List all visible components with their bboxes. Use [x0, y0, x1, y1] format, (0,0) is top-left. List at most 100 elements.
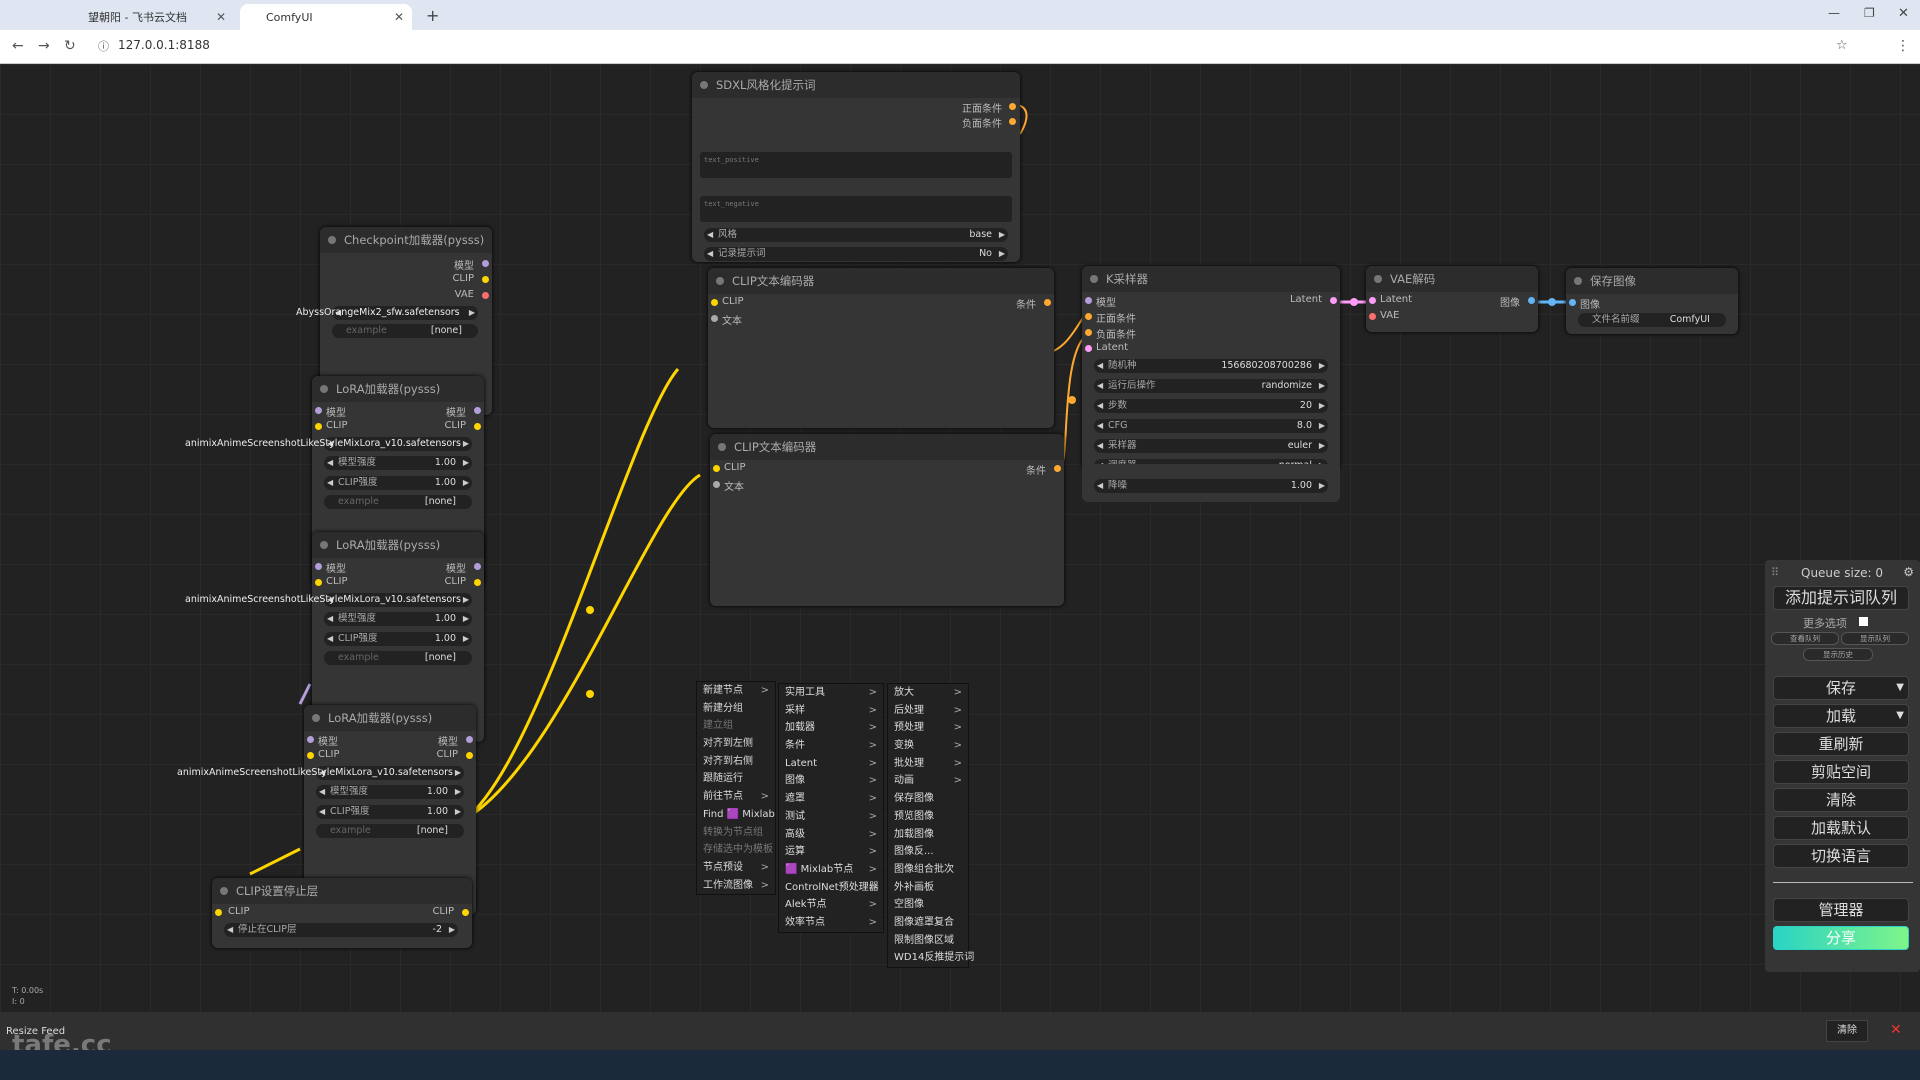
menu-item[interactable]: 加载器	[779, 719, 883, 737]
input-slot[interactable]	[315, 563, 322, 570]
positive-textarea[interactable]: text_positive	[700, 152, 1012, 178]
control-after-generate-widget[interactable]: 运行后操作 randomize	[1094, 379, 1328, 393]
filename-prefix-widget[interactable]: 文件名前缀 ComfyUI	[1578, 313, 1726, 327]
example-widget[interactable]: example [none]	[332, 324, 478, 338]
menu-item[interactable]: 预处理	[888, 719, 968, 737]
log-prompt-combo[interactable]: 记录提示词 No	[704, 247, 1008, 261]
refresh-button[interactable]: 重刷新	[1773, 732, 1909, 756]
node-canvas[interactable]: SDXL风格化提示词 正面条件 负面条件 text_positive text_…	[0, 64, 1920, 1014]
menu-item[interactable]: 变换	[888, 737, 968, 755]
node-title[interactable]: Checkpoint加载器(pysss)	[320, 227, 492, 253]
tab-feishu[interactable]: 望朝阳 - 飞书云文档 ✕	[62, 4, 234, 30]
input-slot[interactable]	[1085, 329, 1092, 336]
input-slot[interactable]	[713, 465, 720, 472]
input-slot[interactable]	[215, 909, 222, 916]
sampler-widget[interactable]: 采样器 euler	[1094, 439, 1328, 453]
menu-item[interactable]: 测试	[779, 808, 883, 826]
menu-item[interactable]: 前往节点	[697, 788, 775, 806]
stop-at-layer[interactable]: 停止在CLIP层 -2	[224, 923, 458, 937]
menu-item[interactable]: 运算	[779, 843, 883, 861]
node-save-image[interactable]: 保存图像 图像 文件名前缀 ComfyUI	[1566, 268, 1738, 334]
menu-item[interactable]: 外补画板	[888, 879, 968, 897]
node-clip-text-encode-1[interactable]: CLIP文本编码器 CLIP 文本 条件	[708, 268, 1054, 428]
node-vae-decode[interactable]: VAE解码 Latent VAE 图像	[1366, 266, 1538, 332]
close-icon[interactable]: ✕	[394, 10, 404, 24]
info-icon[interactable]: ⓘ	[98, 38, 109, 54]
feed-clear-button[interactable]: 清除	[1826, 1020, 1868, 1042]
menu-item[interactable]: 条件	[779, 737, 883, 755]
node-title[interactable]: K采样器	[1082, 266, 1340, 292]
drag-handle-icon[interactable]: ⠿	[1771, 566, 1779, 579]
menu-item[interactable]: 预览图像	[888, 808, 968, 826]
node-title[interactable]: LoRA加载器(pysss)	[312, 376, 484, 402]
node-clip-set-last-layer[interactable]: CLIP设置停止层 CLIP CLIP 停止在CLIP层 -2	[212, 878, 472, 948]
node-title[interactable]: VAE解码	[1366, 266, 1538, 292]
cfg-widget[interactable]: CFG 8.0	[1094, 419, 1328, 433]
node-sdxl-prompt[interactable]: SDXL风格化提示词 正面条件 负面条件 text_positive text_…	[692, 72, 1020, 262]
input-slot[interactable]	[315, 407, 322, 414]
save-button[interactable]: 保存 ▼	[1773, 676, 1909, 700]
node-title[interactable]: LoRA加载器(pysss)	[304, 705, 476, 731]
menu-item[interactable]: 新建分组	[697, 700, 775, 718]
show-history-button[interactable]: 显示历史	[1803, 648, 1873, 661]
node-title[interactable]: 保存图像	[1566, 268, 1738, 294]
reload-icon[interactable]: ↻	[64, 38, 76, 54]
input-slot[interactable]	[711, 299, 718, 306]
menu-item[interactable]: 空图像	[888, 896, 968, 914]
input-slot[interactable]	[307, 736, 314, 743]
menu-item[interactable]: 🟪 Mixlab节点	[779, 861, 883, 879]
output-slot[interactable]	[482, 260, 489, 267]
denoise-widget[interactable]: 降噪 1.00	[1094, 479, 1328, 493]
manager-button[interactable]: 管理器	[1773, 898, 1909, 922]
menu-item[interactable]: 高级	[779, 826, 883, 844]
menu-item[interactable]: WD14反推提示词	[888, 949, 974, 967]
input-slot[interactable]	[1569, 299, 1576, 306]
output-slot[interactable]	[1528, 297, 1535, 304]
output-slot[interactable]	[1330, 297, 1337, 304]
menu-item[interactable]: 对齐到左侧	[697, 735, 775, 753]
output-slot[interactable]	[1054, 465, 1061, 472]
negative-textarea[interactable]: text_negative	[700, 196, 1012, 222]
node-title[interactable]: LoRA加载器(pysss)	[312, 532, 484, 558]
menu-item[interactable]: 节点预设	[697, 859, 775, 877]
output-slot[interactable]	[482, 292, 489, 299]
model-strength[interactable]: 模型强度 1.00	[324, 612, 472, 626]
output-slot[interactable]	[482, 276, 489, 283]
menu-item[interactable]: 实用工具	[779, 684, 883, 702]
node-title[interactable]: CLIP文本编码器	[710, 434, 1064, 460]
input-slot[interactable]	[315, 423, 322, 430]
menu-item[interactable]: Find 🟪 Mixlab	[697, 806, 775, 824]
example-widget[interactable]: example [none]	[324, 495, 472, 509]
window-close-icon[interactable]: ✕	[1898, 6, 1909, 21]
menu-item[interactable]: 遮罩	[779, 790, 883, 808]
menu-item[interactable]: 图像遮罩复合	[888, 914, 968, 932]
input-slot[interactable]	[1085, 313, 1092, 320]
menu-icon[interactable]: ⋮	[1896, 38, 1910, 54]
model-strength[interactable]: 模型强度 1.00	[324, 456, 472, 470]
close-icon[interactable]: ✕	[216, 10, 226, 24]
node-title[interactable]: CLIP文本编码器	[708, 268, 1054, 294]
output-slot[interactable]	[1044, 299, 1051, 306]
output-slot[interactable]	[474, 563, 481, 570]
menu-item[interactable]: 跟随运行	[697, 770, 775, 788]
input-slot[interactable]	[1085, 345, 1092, 352]
output-slot[interactable]	[474, 407, 481, 414]
chevron-down-icon[interactable]: ▼	[1896, 705, 1904, 727]
output-slot[interactable]	[1009, 103, 1016, 110]
seed-widget[interactable]: 随机种 156680208700286	[1094, 359, 1328, 373]
menu-item[interactable]: 限制图像区域	[888, 932, 968, 950]
menu-item[interactable]: 图像	[779, 772, 883, 790]
node-title[interactable]: CLIP设置停止层	[212, 878, 472, 904]
menu-item[interactable]: 放大	[888, 684, 968, 702]
menu-item[interactable]: 对齐到右侧	[697, 753, 775, 771]
close-icon[interactable]: ✕	[1890, 1022, 1902, 1038]
clip-strength[interactable]: CLIP强度 1.00	[324, 632, 472, 646]
node-title[interactable]: SDXL风格化提示词	[692, 72, 1020, 98]
switch-language-button[interactable]: 切换语言	[1773, 844, 1909, 868]
menu-item[interactable]: 图像组合批次	[888, 861, 968, 879]
menu-item[interactable]: Alek节点	[779, 896, 883, 914]
chevron-down-icon[interactable]: ▼	[1896, 677, 1904, 699]
menu-item[interactable]: ControlNet预处理器	[779, 879, 883, 897]
input-slot[interactable]	[1085, 297, 1092, 304]
clip-strength[interactable]: CLIP强度 1.00	[316, 805, 464, 819]
